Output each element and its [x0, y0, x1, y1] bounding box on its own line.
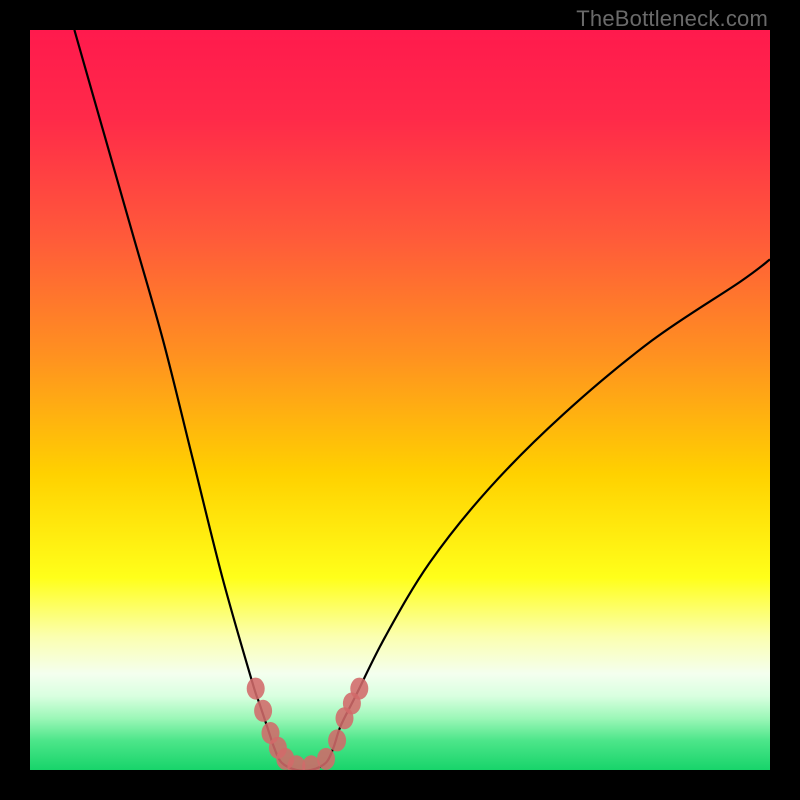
curve-marker: [254, 700, 272, 722]
curve-markers: [247, 678, 369, 770]
outer-frame: TheBottleneck.com: [0, 0, 800, 800]
curve-layer: [30, 30, 770, 770]
curve-marker: [350, 678, 368, 700]
plot-area: [30, 30, 770, 770]
watermark-text: TheBottleneck.com: [576, 6, 768, 32]
curve-marker: [328, 729, 346, 751]
curve-marker: [317, 748, 335, 770]
curve-marker: [247, 678, 265, 700]
bottleneck-curve: [74, 30, 770, 770]
